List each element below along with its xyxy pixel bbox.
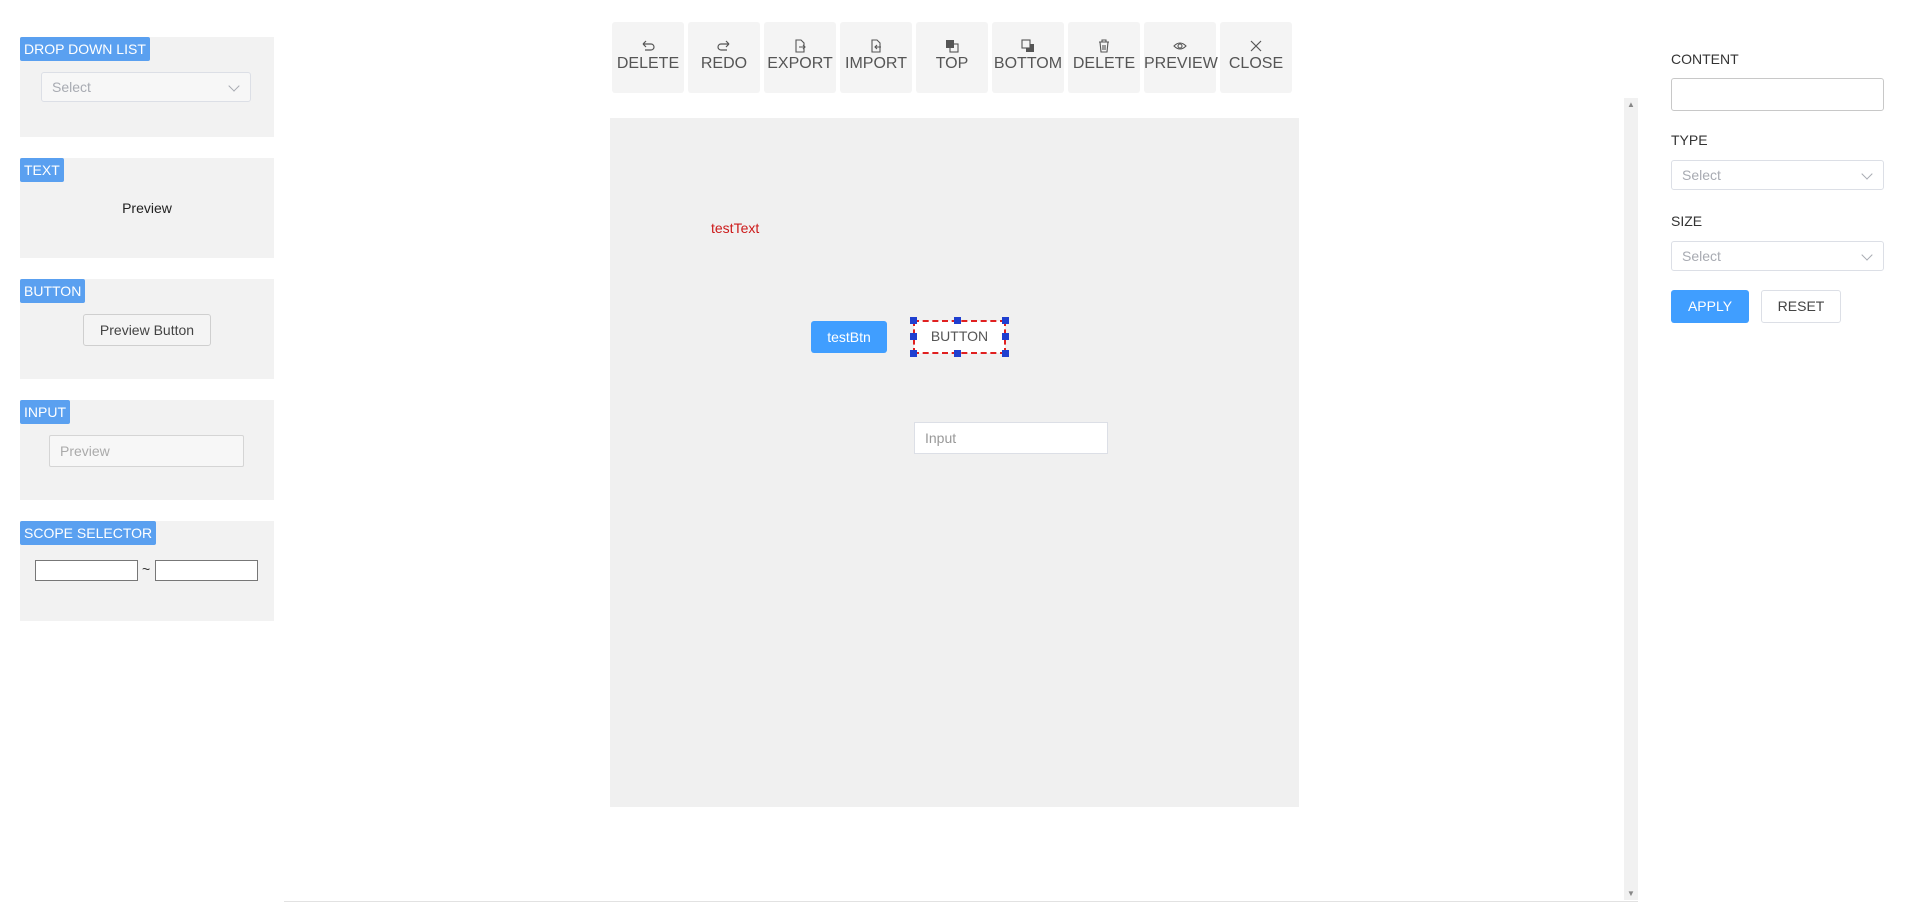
toolbar-label: TOP <box>935 55 969 72</box>
design-canvas[interactable]: testText testBtn BUTTON Input <box>610 118 1299 807</box>
toolbar-export-button[interactable]: EXPORT <box>764 22 836 93</box>
palette-item-scope-selector[interactable]: SCOPE SELECTOR ~ <box>20 521 274 621</box>
toolbar-label: DELETE <box>1072 55 1136 72</box>
toolbar-delete-button[interactable]: DELETE <box>1068 22 1140 93</box>
content-label: CONTENT <box>1671 51 1739 67</box>
button-preview[interactable]: Preview Button <box>83 314 211 346</box>
toolbar-label: IMPORT <box>845 55 907 72</box>
palette-tag: SCOPE SELECTOR <box>20 521 157 545</box>
send-to-bottom-icon <box>1021 39 1034 52</box>
type-select[interactable]: Select <box>1671 160 1884 190</box>
toolbar-close-button[interactable]: CLOSE <box>1220 22 1292 93</box>
toolbar-top-button[interactable]: TOP <box>916 22 988 93</box>
select-placeholder: Select <box>1682 248 1721 264</box>
toolbar-label: REDO <box>700 55 748 72</box>
reset-button[interactable]: RESET <box>1761 290 1841 323</box>
toolbar-redo-button[interactable]: REDO <box>688 22 760 93</box>
eye-icon <box>1173 42 1187 50</box>
scope-start-input[interactable] <box>35 560 138 581</box>
scope-separator: ~ <box>142 561 151 577</box>
chevron-down-icon <box>228 80 240 92</box>
scope-end-input[interactable] <box>155 560 258 581</box>
canvas-text-element[interactable]: testText <box>711 220 759 236</box>
close-icon <box>1250 40 1262 52</box>
input-preview[interactable]: Preview <box>49 435 244 467</box>
palette-item-input[interactable]: INPUT Preview <box>20 400 274 500</box>
bring-to-top-icon <box>946 40 959 53</box>
canvas-selected-button[interactable]: BUTTON <box>914 321 1005 353</box>
select-placeholder: Select <box>52 79 91 95</box>
size-select[interactable]: Select <box>1671 241 1884 271</box>
toolbar-label: DELETE <box>616 55 680 72</box>
type-label: TYPE <box>1671 132 1708 148</box>
toolbar-label: CLOSE <box>1228 55 1284 72</box>
undo-icon <box>642 40 655 51</box>
palette-tag: TEXT <box>20 158 64 182</box>
toolbar-label: BOTTOM <box>993 55 1063 72</box>
canvas-primary-button[interactable]: testBtn <box>811 321 887 353</box>
toolbar-label: EXPORT <box>767 55 833 72</box>
canvas-input-element[interactable]: Input <box>914 422 1108 454</box>
canvas-scrollbar[interactable]: ▲ ▼ <box>1624 98 1638 900</box>
scroll-up-icon[interactable]: ▲ <box>1627 100 1635 109</box>
toolbar-preview-button[interactable]: PREVIEW <box>1144 22 1218 93</box>
redo-icon <box>717 40 730 51</box>
component-palette: DROP DOWN LIST Select TEXT Preview BUTTO… <box>20 37 274 642</box>
toolbar-import-button[interactable]: IMPORT <box>840 22 912 93</box>
apply-button[interactable]: APPLY <box>1671 290 1749 323</box>
text-preview: Preview <box>122 200 172 216</box>
chevron-down-icon <box>1861 168 1873 180</box>
toolbar-label: PREVIEW <box>1144 55 1218 72</box>
palette-tag: DROP DOWN LIST <box>20 37 150 61</box>
palette-tag: INPUT <box>20 400 70 424</box>
toolbar-undo-button[interactable]: DELETE <box>612 22 684 93</box>
import-icon <box>871 39 881 53</box>
dropdown-preview[interactable]: Select <box>41 72 251 102</box>
export-icon <box>795 39 806 53</box>
chevron-down-icon <box>1861 249 1873 261</box>
palette-tag: BUTTON <box>20 279 86 303</box>
palette-item-text[interactable]: TEXT Preview <box>20 158 274 258</box>
scroll-down-icon[interactable]: ▼ <box>1627 889 1635 898</box>
content-input[interactable] <box>1671 78 1884 111</box>
select-placeholder: Select <box>1682 167 1721 183</box>
palette-item-dropdown[interactable]: DROP DOWN LIST Select <box>20 37 274 137</box>
size-label: SIZE <box>1671 213 1703 229</box>
palette-item-button[interactable]: BUTTON Preview Button <box>20 279 274 379</box>
trash-icon <box>1099 39 1109 53</box>
toolbar-bottom-button[interactable]: BOTTOM <box>992 22 1064 93</box>
